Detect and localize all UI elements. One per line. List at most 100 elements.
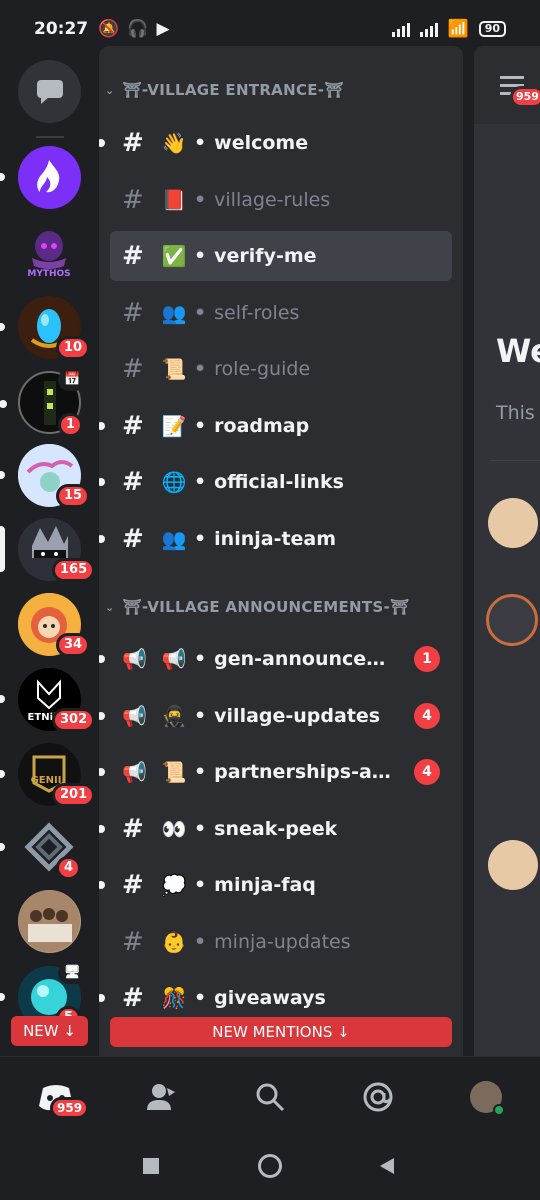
server-10[interactable]: 4 bbox=[0, 816, 82, 880]
server-4[interactable]: 📅 1 bbox=[0, 369, 87, 437]
channel-village-rules[interactable]: # 📕 • village-rules bbox=[110, 175, 452, 225]
server-11[interactable] bbox=[18, 890, 81, 953]
category-village-announcements[interactable]: ⌄ ⛩-VILLAGE ANNOUNCEMENTS-⛩ bbox=[105, 598, 409, 616]
unread-dot bbox=[99, 712, 105, 720]
direct-messages-button[interactable] bbox=[18, 60, 81, 123]
scroll-emoji-icon: 📜 bbox=[161, 760, 187, 784]
hash-icon: # bbox=[122, 411, 144, 441]
message-avatar[interactable] bbox=[488, 840, 538, 890]
unread-pill bbox=[0, 843, 5, 851]
nav-profile[interactable] bbox=[466, 1077, 506, 1117]
memo-emoji-icon: 📝 bbox=[161, 414, 187, 438]
channel-official-links[interactable]: # 🌐 • official-links bbox=[99, 457, 452, 507]
camera-icon: ▶ bbox=[156, 19, 170, 39]
people-emoji-icon: 👥 bbox=[161, 527, 187, 551]
channel-self-roles[interactable]: # 👥 • self-roles bbox=[110, 288, 452, 338]
server-2-mythos[interactable]: MYTHOS bbox=[18, 222, 81, 285]
message-avatar[interactable] bbox=[486, 594, 538, 646]
unread-dot bbox=[99, 139, 105, 147]
server-1-flame[interactable] bbox=[0, 146, 81, 209]
calendar-icon: 📅 bbox=[58, 369, 87, 391]
server-rail[interactable]: MYTHOS 10 📅 1 15 165 34 ETNii 302 GENII … bbox=[0, 58, 100, 1056]
home-circle-icon[interactable] bbox=[258, 1154, 282, 1178]
nav-home[interactable]: 959 bbox=[36, 1077, 90, 1119]
unread-pill bbox=[0, 770, 5, 778]
channel-welcome[interactable]: # 👋 • welcome bbox=[99, 118, 452, 168]
message-avatar[interactable] bbox=[488, 498, 538, 548]
announcement-icon: 📢 bbox=[122, 647, 147, 671]
confetti-emoji-icon: 🎊 bbox=[161, 986, 187, 1010]
channel-name: village-rules bbox=[214, 189, 331, 211]
category-village-entrance[interactable]: ⌄ ⛩-VILLAGE ENTRANCE-⛩ bbox=[105, 81, 344, 99]
hash-icon: # bbox=[122, 241, 144, 271]
channel-giveaways[interactable]: # 🎊 • giveaways bbox=[99, 973, 452, 1023]
headset-icon: 🎧 bbox=[127, 19, 149, 39]
channel-partnerships-announcements[interactable]: 📢 📜 • partnerships-ann... 4 bbox=[99, 747, 452, 797]
channel-list[interactable]: ⌄ ⛩-VILLAGE ENTRANCE-⛩ # 👋 • welcome # 📕… bbox=[99, 46, 463, 1056]
channel-name: ininja-team bbox=[214, 528, 337, 550]
chat-header: 959 bbox=[474, 46, 540, 124]
system-navigation-bar bbox=[0, 1138, 540, 1200]
nav-search[interactable] bbox=[250, 1077, 290, 1117]
channel-minja-faq[interactable]: # 💭 • minja-faq bbox=[99, 860, 452, 910]
channel-roadmap[interactable]: # 📝 • roadmap bbox=[99, 401, 452, 451]
separator-dot: • bbox=[194, 302, 207, 324]
server-9[interactable]: GENII 201 bbox=[0, 743, 96, 807]
hash-icon: # bbox=[122, 524, 144, 554]
nav-mentions[interactable] bbox=[358, 1077, 398, 1117]
separator-dot: • bbox=[194, 987, 207, 1009]
avatar bbox=[470, 1081, 505, 1116]
unread-dot bbox=[99, 881, 105, 889]
channel-ininja-team[interactable]: # 👥 • ininja-team bbox=[99, 514, 452, 564]
new-unread-button[interactable]: NEW ↓ bbox=[11, 1016, 88, 1046]
channel-minja-updates[interactable]: # 👶 • minja-updates bbox=[110, 917, 452, 967]
category-label: ⛩-VILLAGE ENTRANCE-⛩ bbox=[122, 81, 344, 99]
chat-bubble-icon bbox=[36, 79, 63, 104]
server-8[interactable]: ETNii 302 bbox=[0, 668, 96, 732]
separator-dot: • bbox=[194, 874, 207, 896]
server-7[interactable]: 34 bbox=[18, 593, 91, 657]
channel-name: village-updates bbox=[214, 705, 381, 727]
hash-icon: # bbox=[122, 185, 144, 215]
server-badge: 1 bbox=[58, 413, 84, 437]
welcome-title: We bbox=[496, 332, 540, 370]
welcome-subtitle: This bbox=[496, 402, 535, 424]
home-badge: 959 bbox=[50, 1097, 90, 1119]
channel-verify-me[interactable]: # ✅ • verify-me bbox=[110, 231, 452, 281]
search-icon bbox=[256, 1083, 285, 1112]
separator-dot: • bbox=[194, 358, 207, 380]
server-6[interactable]: 165 bbox=[0, 518, 96, 582]
discord-app: 20:27 🔕 🎧 ▶ 📶 90 MYTHOS 10 📅 1 15 165 34… bbox=[0, 0, 540, 1200]
channel-role-guide[interactable]: # 📜 • role-guide bbox=[110, 344, 452, 394]
chat-peek-panel[interactable]: 959 We This bbox=[474, 46, 540, 1056]
separator-dot: • bbox=[194, 245, 207, 267]
nav-friends[interactable] bbox=[142, 1077, 182, 1117]
unread-dot bbox=[99, 422, 105, 430]
people-emoji-icon: 👥 bbox=[161, 301, 187, 325]
hash-icon: # bbox=[122, 354, 144, 384]
separator-dot: • bbox=[194, 705, 207, 727]
mention-badge: 1 bbox=[414, 646, 440, 672]
channel-gen-announcements[interactable]: 📢 📢 • gen-announceme... 1 bbox=[99, 634, 452, 684]
separator-dot: • bbox=[194, 132, 207, 154]
server-5[interactable]: 15 bbox=[0, 444, 91, 508]
channel-sneak-peek[interactable]: # 👀 • sneak-peek bbox=[99, 804, 452, 854]
divider bbox=[490, 460, 540, 461]
channel-name: welcome bbox=[214, 132, 309, 154]
server-3-egg[interactable]: 10 bbox=[0, 296, 91, 360]
unread-pill bbox=[0, 400, 7, 408]
back-triangle-icon[interactable] bbox=[378, 1156, 396, 1176]
channel-name: roadmap bbox=[214, 415, 310, 437]
recents-icon[interactable] bbox=[143, 1158, 159, 1174]
channel-village-updates[interactable]: 📢 🥷 • village-updates 4 bbox=[99, 691, 452, 741]
unread-pill bbox=[0, 173, 5, 181]
server-badge: 4 bbox=[56, 856, 82, 880]
channel-name: self-roles bbox=[214, 302, 300, 324]
channel-name: minja-faq bbox=[214, 874, 316, 896]
locked-hash-icon: # bbox=[122, 870, 144, 900]
megaphone-emoji-icon: 📢 bbox=[161, 647, 187, 671]
new-mentions-button[interactable]: NEW MENTIONS ↓ bbox=[110, 1017, 452, 1047]
signal-icon-2 bbox=[419, 21, 438, 37]
signal-icon bbox=[391, 21, 410, 37]
channel-name: verify-me bbox=[214, 245, 317, 267]
